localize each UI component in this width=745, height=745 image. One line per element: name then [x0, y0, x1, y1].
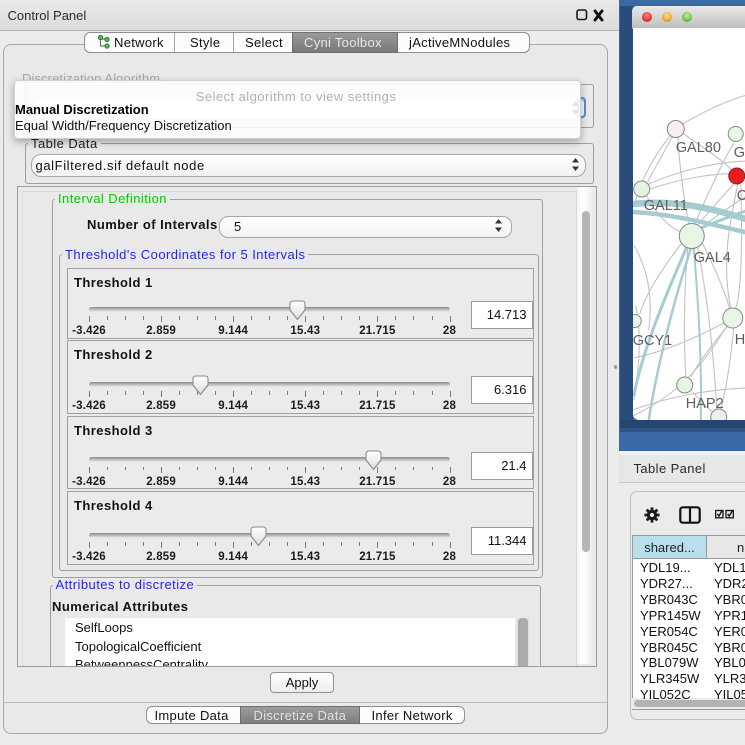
svg-text:GAL11: GAL11	[643, 198, 687, 214]
svg-text:GA: GA	[733, 145, 745, 161]
svg-text:GCY1: GCY1	[633, 333, 672, 349]
svg-text:H: H	[734, 332, 744, 348]
svg-text:HAP2: HAP2	[685, 396, 723, 412]
svg-text:GAL4: GAL4	[693, 250, 730, 266]
svg-text:C: C	[736, 188, 745, 204]
svg-text:GAL80: GAL80	[675, 140, 720, 156]
